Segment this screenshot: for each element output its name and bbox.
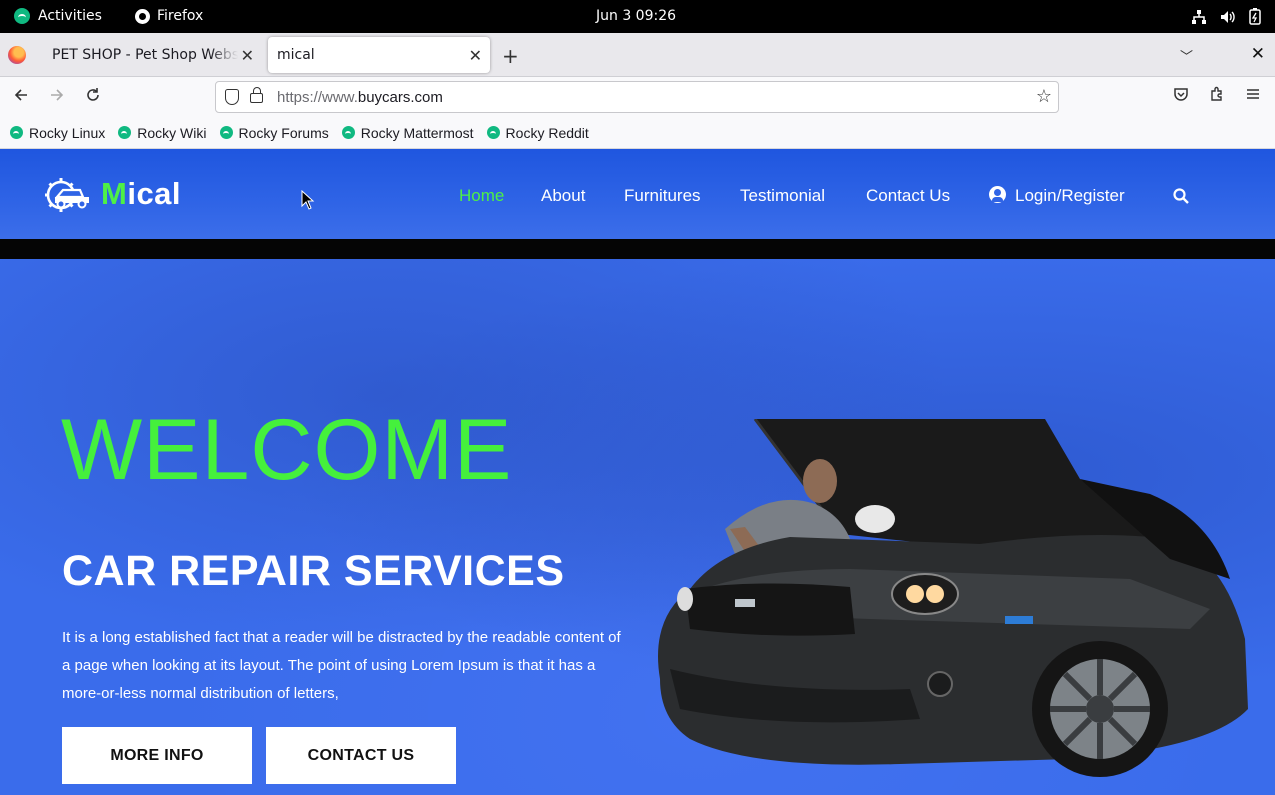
activities-button[interactable]: Activities [14, 8, 102, 24]
nav-about[interactable]: About [541, 186, 585, 206]
network-icon [1192, 9, 1206, 24]
car-gear-logo-icon [45, 178, 89, 212]
more-info-button[interactable]: MORE INFO [62, 727, 252, 784]
battery-icon [1249, 8, 1261, 25]
extensions-button[interactable] [1209, 86, 1225, 106]
close-tab-icon[interactable]: ✕ [469, 46, 482, 65]
nav-home[interactable]: Home [459, 186, 504, 206]
list-tabs-chevron-icon[interactable]: ﹀ [1180, 46, 1193, 65]
hero-welcome-heading: WELCOME [61, 402, 513, 498]
rocky-logo-icon [118, 126, 132, 139]
search-icon[interactable] [1173, 188, 1189, 204]
web-page: Mical Home About Furnitures Testimonial … [0, 149, 1275, 795]
hero-description: It is a long established fact that a rea… [62, 629, 621, 702]
rocky-logo-icon [219, 126, 233, 139]
bookmark-star-icon[interactable]: ☆ [1036, 86, 1052, 107]
app-menu-button[interactable] [1245, 86, 1261, 106]
nav-contact-us[interactable]: Contact Us [866, 186, 950, 206]
puzzle-piece-icon [1211, 86, 1222, 101]
rocky-logo-icon [486, 126, 500, 139]
tab-title: mical [277, 47, 315, 63]
nav-login-register[interactable]: Login/Register [989, 186, 1125, 206]
tracking-protection-shield-icon[interactable] [225, 89, 239, 105]
rocky-logo-icon [14, 8, 30, 24]
site-logo[interactable]: Mical [43, 173, 181, 215]
activities-label: Activities [38, 8, 102, 24]
car-repair-hero-image [658, 419, 1248, 777]
login-label: Login/Register [1015, 186, 1125, 205]
hero-section: WELCOME CAR REPAIR SERVICES It is a long… [0, 259, 1275, 795]
forward-arrow-icon [51, 89, 64, 101]
system-top-bar: Activities Firefox Jun 3 09:26 [0, 0, 1275, 33]
back-button[interactable] [13, 87, 29, 108]
bookmark-label: Rocky Mattermost [360, 124, 474, 141]
url-domain: buycars.com [357, 89, 443, 106]
firefox-view-icon[interactable] [8, 46, 26, 64]
navigation-toolbar: https://www.buycars.com ☆ [0, 77, 1275, 117]
tab-pet-shop[interactable]: PET SHOP - Pet Shop Website ✕ [40, 37, 262, 73]
reload-icon [87, 88, 99, 101]
bookmark-label: Rocky Wiki [137, 124, 207, 141]
logo-wordmark: Mical [101, 176, 182, 211]
tab-mical[interactable]: mical ✕ [268, 37, 490, 73]
bookmark-label: Rocky Forums [238, 124, 329, 141]
tab-title: PET SHOP - Pet Shop Website [52, 47, 238, 63]
bookmark-rocky-linux[interactable]: Rocky Linux [10, 125, 105, 141]
reload-button[interactable] [85, 87, 101, 108]
site-header: Mical Home About Furnitures Testimonial … [0, 149, 1275, 239]
url-prefix: https://www. [277, 89, 358, 106]
bookmark-label: Rocky Linux [29, 124, 106, 141]
bookmark-rocky-mattermost[interactable]: Rocky Mattermost [341, 124, 474, 141]
close-window-icon[interactable]: ✕ [1251, 44, 1265, 64]
system-tray[interactable] [1191, 8, 1261, 25]
rocky-logo-icon [10, 126, 23, 139]
close-tab-icon[interactable]: ✕ [241, 46, 254, 65]
address-bar[interactable]: https://www.buycars.com ☆ [215, 81, 1059, 113]
back-arrow-icon [14, 89, 27, 101]
bookmark-rocky-reddit[interactable]: Rocky Reddit [486, 124, 589, 141]
rocky-logo-icon [341, 126, 355, 139]
url-text[interactable]: https://www.buycars.com [277, 89, 443, 106]
user-circle-icon [989, 186, 1006, 203]
nav-testimonial[interactable]: Testimonial [740, 186, 825, 206]
clock[interactable]: Jun 3 09:26 [596, 8, 676, 24]
app-name: Firefox [157, 8, 204, 24]
nav-furnitures[interactable]: Furnitures [624, 186, 701, 206]
contact-us-button[interactable]: CONTACT US [266, 727, 456, 784]
bookmarks-toolbar: Rocky Linux Rocky Wiki Rocky Forums Rock… [0, 117, 1275, 149]
pocket-button[interactable] [1173, 86, 1189, 106]
pocket-icon [1174, 88, 1188, 101]
site-security-lock-icon[interactable] [250, 87, 263, 103]
new-tab-button[interactable]: + [502, 44, 519, 68]
app-menu-firefox[interactable]: Firefox [135, 8, 203, 24]
tab-strip: PET SHOP - Pet Shop Website ✕ mical ✕ + … [0, 33, 1275, 77]
volume-icon [1221, 10, 1235, 23]
bookmark-rocky-forums[interactable]: Rocky Forums [219, 124, 329, 141]
mouse-cursor-icon [301, 190, 315, 210]
hero-subtitle: CAR REPAIR SERVICES [62, 547, 565, 595]
header-divider-band [0, 239, 1275, 259]
firefox-icon [135, 8, 150, 24]
bookmark-label: Rocky Reddit [505, 124, 589, 141]
hamburger-menu-icon [1247, 89, 1259, 99]
forward-button[interactable] [49, 87, 65, 108]
bookmark-rocky-wiki[interactable]: Rocky Wiki [118, 124, 207, 141]
